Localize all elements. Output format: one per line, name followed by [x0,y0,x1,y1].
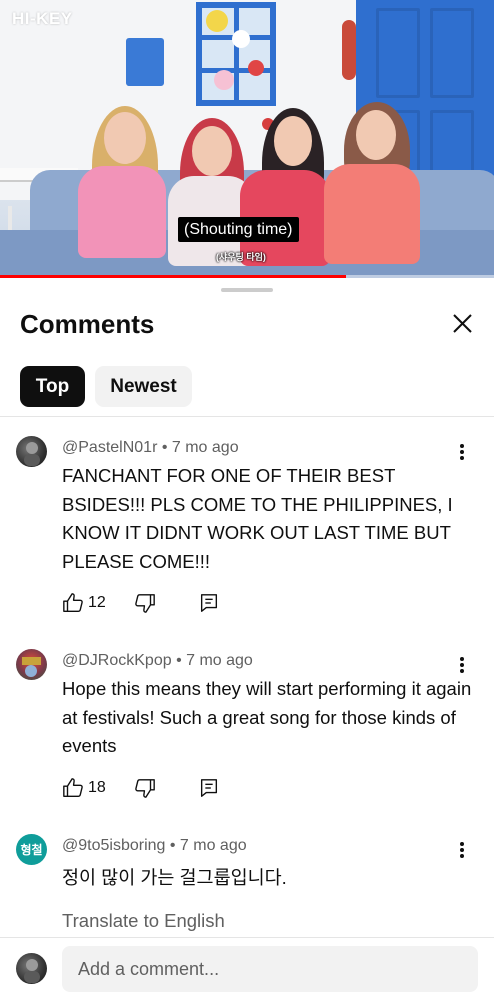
reply-comment-icon [200,779,218,797]
comment-author[interactable]: @DJRockKpop • 7 mo ago [62,652,253,670]
comment-actions: 18 [62,777,262,801]
comment-text: FANCHANT FOR ONE OF THEIR BEST BSIDES!!!… [62,465,453,572]
add-comment-input[interactable]: Add a comment... [62,946,478,992]
video-mailbox [126,38,164,86]
like-count: 18 [88,779,106,796]
avatar[interactable] [16,436,47,467]
sheet-drag-handle[interactable] [221,288,273,292]
translate-link[interactable]: Translate to English [62,910,225,932]
video-caption: (Shouting time) [178,217,299,242]
comment-author[interactable]: @9to5isboring • 7 mo ago [62,837,247,855]
comment-more-button[interactable] [452,440,472,464]
dislike-button[interactable] [134,777,156,799]
comments-title: Comments [20,309,155,339]
video-player[interactable]: HI-KEY (Shouting time) (샤우팅 타임) [0,0,494,278]
filter-chip-newest[interactable]: Newest [95,366,192,407]
filter-chip-top[interactable]: Top [20,366,85,407]
reply-button[interactable] [198,592,220,614]
thumbs-down-icon [135,594,155,613]
more-vert-icon [460,657,464,673]
like-button[interactable] [62,592,84,614]
comment-text: 정이 많이 가는 걸그룹입니다. [62,867,287,888]
comment-more-button[interactable] [452,838,472,862]
dislike-button[interactable] [134,592,156,614]
channel-logo: HI-KEY [12,9,73,28]
close-button[interactable] [446,308,478,340]
comment-text: Hope this means they will start performi… [62,678,472,756]
avatar[interactable]: 형철 [16,834,47,865]
avatar[interactable] [16,649,47,680]
more-vert-icon [460,444,464,460]
comment-more-button[interactable] [452,653,472,677]
reply-comment-icon [200,594,218,612]
close-icon [453,314,472,333]
comment-actions: 12 [62,592,262,616]
like-count: 12 [88,594,106,611]
current-user-avatar[interactable] [16,953,47,984]
more-vert-icon [460,842,464,858]
add-comment-divider [0,937,494,938]
video-caption-korean: (샤우팅 타임) [216,252,266,262]
thumbs-up-icon [63,778,83,797]
thumbs-down-icon [135,779,155,798]
avatar-initials: 형철 [20,843,43,857]
chips-divider [0,416,494,417]
thumbs-up-icon [63,593,83,612]
reply-button[interactable] [198,777,220,799]
like-button[interactable] [62,777,84,799]
comment-author[interactable]: @PastelN01r • 7 mo ago [62,439,239,457]
